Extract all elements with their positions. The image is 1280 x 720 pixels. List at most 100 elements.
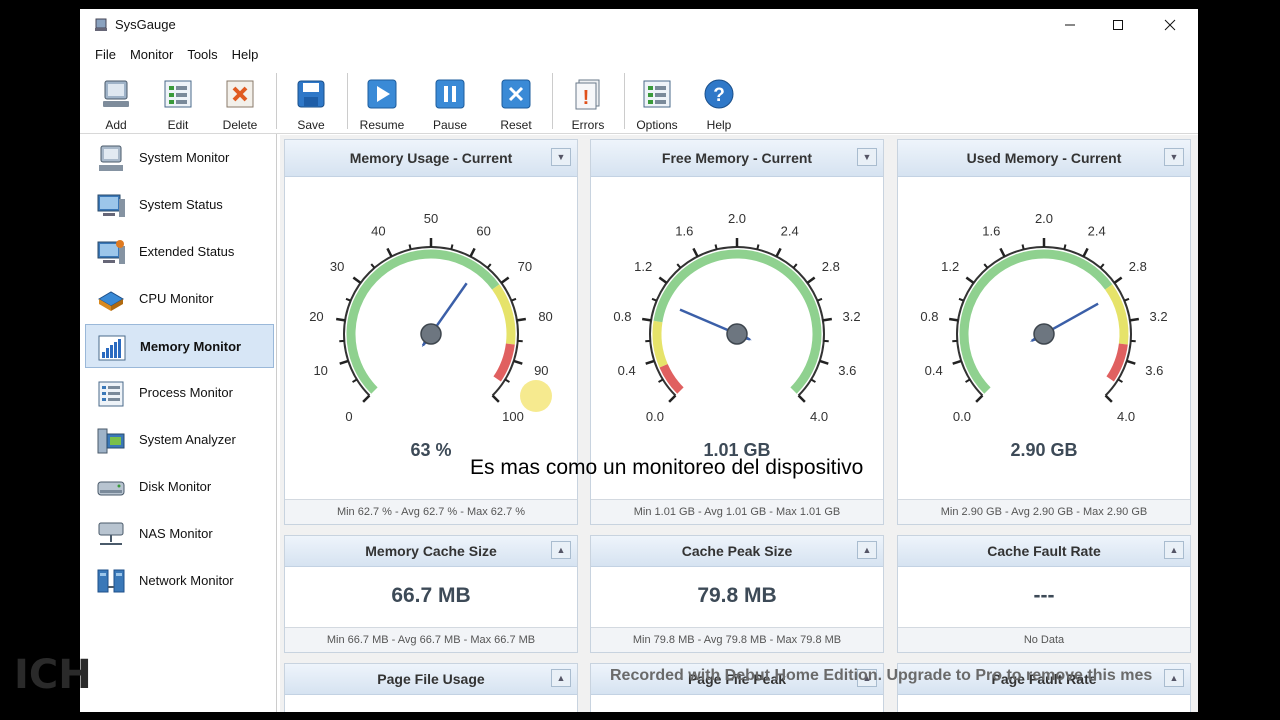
dashboard-area: Memory Usage - Current ▼ 0 10 20 30 40 50 60 70… bbox=[280, 135, 1198, 712]
options-button[interactable]: Options bbox=[625, 71, 689, 132]
panel-chart-button[interactable]: ▲ bbox=[1164, 541, 1184, 559]
panel-menu-button[interactable]: ▼ bbox=[857, 148, 877, 166]
sidebar-item-label: Process Monitor bbox=[139, 385, 233, 400]
panel-chart-button[interactable]: ▲ bbox=[1164, 669, 1184, 687]
menu-file[interactable]: File bbox=[88, 47, 123, 62]
gauge-minor-tick bbox=[486, 263, 492, 269]
counter-value: 66.7 MB bbox=[391, 584, 471, 607]
gauge-zone-yellow bbox=[652, 320, 668, 368]
computer-icon bbox=[99, 145, 123, 171]
save-label: Save bbox=[297, 118, 325, 132]
panel-menu-button[interactable]: ▼ bbox=[1164, 148, 1184, 166]
gauge-minor-tick bbox=[983, 263, 989, 269]
gauge-major-tick bbox=[516, 317, 527, 322]
gauge-minor-tick bbox=[658, 378, 664, 383]
sidebar-item-network-monitor[interactable]: Network Monitor bbox=[85, 559, 274, 603]
gauge-major-tick bbox=[513, 359, 523, 365]
gauge-major-tick bbox=[797, 394, 806, 403]
gauge-tick-label: 3.6 bbox=[838, 363, 856, 378]
counter-panel-page-file-usage: Page File Usage ▲ bbox=[284, 663, 578, 712]
pause-button[interactable]: Pause bbox=[418, 71, 482, 132]
gauge-tick-label: 0.8 bbox=[920, 309, 938, 324]
sidebar-item-extended-status[interactable]: Extended Status bbox=[85, 230, 274, 274]
gauge-minor-tick bbox=[408, 244, 412, 250]
gauge-tick-label: 1.2 bbox=[941, 259, 959, 274]
gauge-minor-tick bbox=[352, 378, 358, 383]
panel-header: Memory Cache Size ▲ bbox=[285, 536, 577, 567]
gauge-zone-red bbox=[659, 363, 684, 394]
sidebar-item-disk-monitor[interactable]: Disk Monitor bbox=[85, 465, 274, 509]
panel-header: Free Memory - Current ▼ bbox=[591, 140, 883, 177]
gauge-major-tick bbox=[806, 276, 816, 284]
sidebar-item-system-analyzer[interactable]: System Analyzer bbox=[85, 418, 274, 462]
channel-logo: ICH bbox=[14, 652, 92, 698]
gauge-major-tick bbox=[819, 359, 829, 365]
panel-chart-button[interactable]: ▲ bbox=[857, 541, 877, 559]
menu-monitor[interactable]: Monitor bbox=[123, 47, 180, 62]
gauge-tick-label: 90 bbox=[534, 363, 548, 378]
sidebar-item-label: System Analyzer bbox=[139, 432, 236, 447]
gauge-tick-label: 4.0 bbox=[1117, 409, 1135, 424]
edit-button[interactable]: Edit bbox=[146, 71, 210, 132]
chart-icon: ▲ bbox=[862, 545, 872, 555]
sidebar-item-system-monitor[interactable]: System Monitor bbox=[85, 136, 274, 180]
gauge-major-tick bbox=[469, 247, 476, 258]
menu-help[interactable]: Help bbox=[225, 47, 266, 62]
menu-bar: File Monitor Tools Help bbox=[80, 41, 1198, 67]
chart-icon: ▲ bbox=[556, 545, 566, 555]
gauge-tick-label: 80 bbox=[538, 309, 552, 324]
gauge-minor-tick bbox=[816, 297, 823, 302]
sidebar-item-nas-monitor[interactable]: NAS Monitor bbox=[85, 512, 274, 556]
gauge-minor-tick bbox=[1123, 297, 1130, 302]
add-label: Add bbox=[105, 118, 127, 132]
panel-header: Used Memory - Current ▼ bbox=[898, 140, 1190, 177]
menu-tools[interactable]: Tools bbox=[180, 47, 224, 62]
chart-icon: ▲ bbox=[556, 673, 566, 683]
panel-chart-button[interactable]: ▲ bbox=[551, 669, 571, 687]
maximize-button[interactable] bbox=[1094, 9, 1142, 41]
gauge-value: 2.90 GB bbox=[1010, 440, 1078, 460]
sidebar-item-memory-monitor[interactable]: Memory Monitor bbox=[85, 324, 274, 368]
gauge-hub bbox=[726, 323, 748, 345]
nas-icon bbox=[98, 522, 124, 545]
add-computer-icon bbox=[103, 80, 129, 107]
gauge-minor-tick bbox=[714, 244, 718, 250]
help-button[interactable]: ? Help bbox=[687, 71, 751, 132]
sidebar-item-label: Disk Monitor bbox=[139, 479, 212, 494]
gauge-minor-tick bbox=[510, 297, 517, 302]
errors-button[interactable]: ! Errors bbox=[556, 71, 620, 132]
help-icon: ? bbox=[704, 79, 734, 109]
panel-chart-button[interactable]: ▲ bbox=[551, 541, 571, 559]
sidebar-item-process-monitor[interactable]: Process Monitor bbox=[85, 371, 274, 415]
gauge-tick-label: 4.0 bbox=[810, 409, 828, 424]
save-button[interactable]: Save bbox=[279, 71, 343, 132]
sidebar-item-label: NAS Monitor bbox=[139, 526, 213, 541]
delete-button[interactable]: Delete bbox=[208, 71, 272, 132]
gauge-tick-label: 40 bbox=[371, 224, 385, 239]
maximize-icon bbox=[1113, 20, 1123, 30]
panel-menu-button[interactable]: ▼ bbox=[551, 148, 571, 166]
gauge-tick-label: 0.4 bbox=[925, 363, 943, 378]
sidebar-item-cpu-monitor[interactable]: CPU Monitor bbox=[85, 277, 274, 321]
add-button[interactable]: Add bbox=[84, 71, 148, 132]
gauge-zone-green bbox=[346, 249, 500, 394]
close-button[interactable] bbox=[1146, 9, 1194, 41]
gauge-tick-label: 2.4 bbox=[1088, 224, 1106, 239]
counter-panel-cache-fault-rate: Cache Fault Rate ▲ --- No Data bbox=[897, 535, 1191, 653]
monitor-icon bbox=[97, 194, 125, 217]
reset-button[interactable]: Reset bbox=[484, 71, 548, 132]
list-icon bbox=[98, 381, 124, 407]
monitor-plus-icon bbox=[97, 240, 125, 264]
gauge-hub bbox=[1033, 323, 1055, 345]
counter-panel-cache-peak-size: Cache Peak Size ▲ 79.8 MB Min 79.8 MB - … bbox=[590, 535, 884, 653]
gauge-minor-tick bbox=[1063, 244, 1067, 250]
pause-icon bbox=[435, 79, 465, 109]
sidebar-item-system-status[interactable]: System Status bbox=[85, 183, 274, 227]
toolbar: Add Edit Delete Save Resume Pause Reset … bbox=[80, 67, 1198, 134]
resume-button[interactable]: Resume bbox=[350, 71, 414, 132]
minimize-button[interactable] bbox=[1046, 9, 1094, 41]
gauge-tick-label: 60 bbox=[476, 224, 490, 239]
gauge-major-tick bbox=[500, 276, 510, 284]
disk-icon bbox=[97, 481, 125, 496]
sidebar-item-label: System Status bbox=[139, 197, 223, 212]
